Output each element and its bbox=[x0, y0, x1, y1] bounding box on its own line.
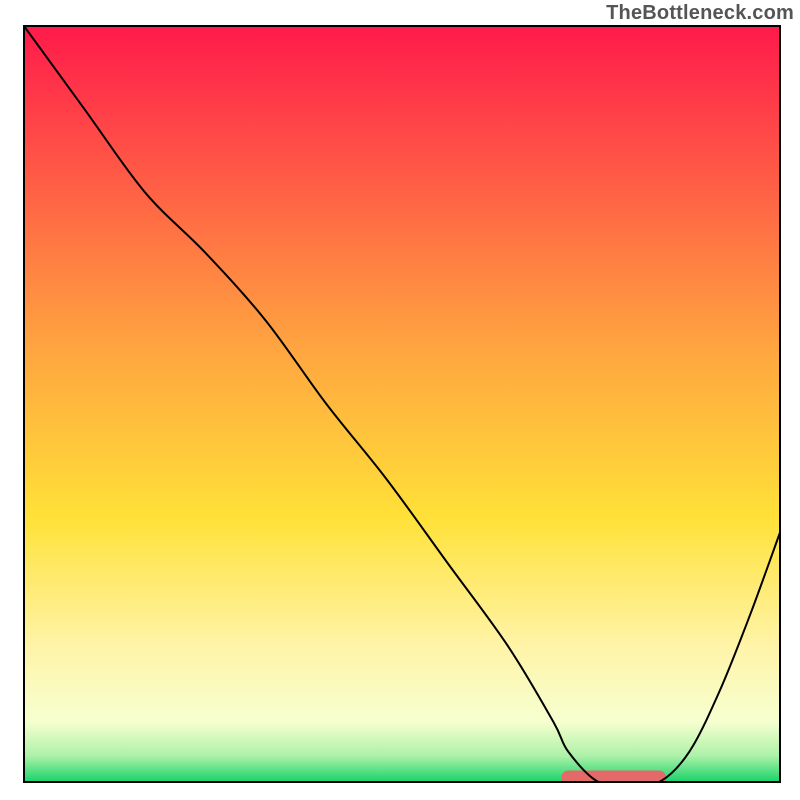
gradient-background bbox=[24, 26, 780, 782]
chart-container: TheBottleneck.com bbox=[0, 0, 800, 800]
watermark-text: TheBottleneck.com bbox=[606, 2, 794, 25]
bottleneck-plot bbox=[0, 0, 800, 800]
